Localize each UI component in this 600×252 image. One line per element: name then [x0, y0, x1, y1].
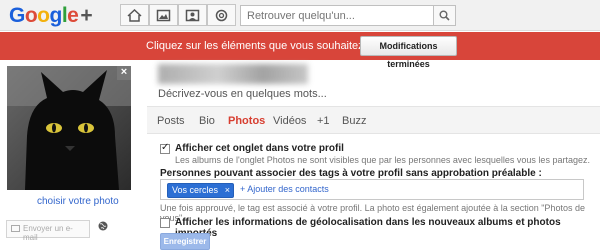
show-tab-checkbox[interactable] — [160, 142, 170, 154]
tab-videos[interactable]: Vidéos — [273, 115, 306, 127]
done-editing-button[interactable]: Modifications terminées — [360, 36, 457, 69]
chip-label: Vos cercles — [172, 185, 219, 195]
save-button[interactable]: Enregistrer — [160, 233, 210, 250]
search-button[interactable] — [434, 5, 456, 26]
logo-letter: e — [67, 4, 79, 27]
show-tab-description: Les albums de l'onglet Photos ne sont vi… — [175, 155, 590, 165]
geolocation-checkbox[interactable] — [160, 218, 170, 228]
tagline-input[interactable]: Décrivez-vous en quelques mots... — [158, 88, 327, 100]
show-tab-label: Afficher cet onglet dans votre profil — [175, 143, 344, 154]
profile-button[interactable] — [178, 4, 207, 26]
search-input[interactable] — [240, 5, 434, 26]
logo-letter: g — [49, 4, 63, 27]
profile-tabs: Posts Bio Photos Vidéos +1 Buzz — [147, 106, 600, 134]
cat-photo-image — [7, 66, 131, 190]
profile-icon — [185, 9, 200, 21]
search-icon — [439, 10, 450, 21]
google-plus-logo[interactable]: Google+ — [9, 4, 93, 28]
tab-buzz[interactable]: Buzz — [342, 115, 366, 127]
logo-letter: o — [24, 4, 38, 27]
logo-plus: + — [80, 4, 93, 27]
tab-bio[interactable]: Bio — [199, 115, 215, 127]
circles-chip[interactable]: Vos cercles × — [167, 183, 234, 198]
logo-letter: G — [9, 4, 25, 27]
photos-icon — [156, 9, 171, 21]
envelope-icon — [11, 225, 20, 232]
tab-posts[interactable]: Posts — [157, 115, 185, 127]
globe-icon[interactable] — [98, 221, 108, 231]
photos-button[interactable] — [149, 4, 178, 26]
chip-remove-icon[interactable]: × — [225, 184, 230, 197]
tab-plus-one[interactable]: +1 — [317, 115, 330, 127]
logo-letter: o — [37, 4, 50, 27]
home-icon — [127, 8, 142, 22]
geolocation-label: Afficher les informations de géolocalisa… — [175, 217, 561, 239]
top-bar: Google+ — [0, 0, 600, 31]
circles-button[interactable] — [207, 4, 236, 26]
profile-photo[interactable]: × — [7, 66, 131, 190]
circles-icon — [215, 9, 228, 21]
profile-name-blurred[interactable] — [158, 64, 308, 84]
tag-section-title: Personnes pouvant associer des tags à vo… — [160, 168, 542, 179]
add-contacts-link[interactable]: + Ajouter des contacts — [240, 184, 329, 194]
tag-permission-field[interactable]: Vos cercles × + Ajouter des contacts — [160, 179, 584, 200]
choose-photo-link[interactable]: choisir votre photo — [37, 196, 119, 207]
home-button[interactable] — [120, 4, 149, 26]
tab-photos[interactable]: Photos — [228, 115, 265, 127]
edit-banner: Cliquez sur les éléments que vous souhai… — [0, 32, 600, 69]
remove-photo-close-icon[interactable]: × — [117, 66, 131, 80]
